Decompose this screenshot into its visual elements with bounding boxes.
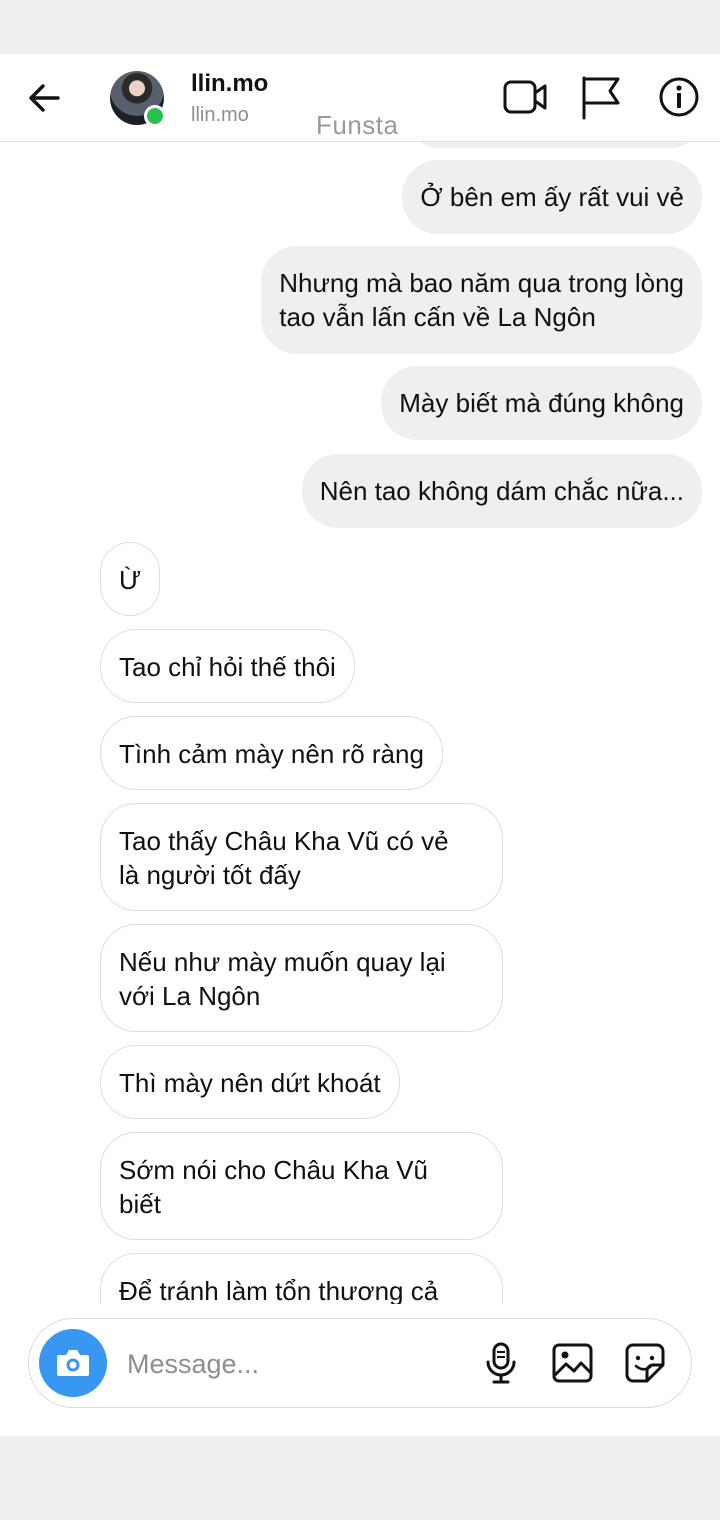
back-arrow-icon xyxy=(29,84,60,112)
message-bubble-received[interactable]: Tao chỉ hỏi thế thôi xyxy=(100,629,355,703)
message-bubble-received[interactable]: Để tránh làm tổn thương cả xyxy=(100,1253,503,1304)
message-bubble-received[interactable]: Tình cảm mày nên rõ ràng xyxy=(100,716,443,790)
message-bubble-received[interactable]: Nếu như mày muốn quay lại với La Ngôn xyxy=(100,924,503,1032)
message-thread[interactable]: Ở bên em ấy rất vui vẻ Nhưng mà bao năm … xyxy=(0,142,720,1304)
gallery-icon xyxy=(552,1343,593,1383)
status-bar-area xyxy=(0,0,720,54)
navigation-bar-area xyxy=(0,1436,720,1520)
message-bubble-partial[interactable] xyxy=(410,142,700,148)
gallery-button[interactable] xyxy=(551,1341,595,1385)
online-status-dot xyxy=(144,105,166,127)
message-bubble-sent[interactable]: Ở bên em ấy rất vui vẻ xyxy=(402,160,702,234)
video-call-button[interactable] xyxy=(502,74,548,120)
message-bubble-received[interactable]: Sớm nói cho Châu Kha Vũ biết xyxy=(100,1132,503,1240)
camera-button[interactable] xyxy=(39,1329,107,1397)
message-bubble-sent[interactable]: Mày biết mà đúng không xyxy=(381,366,702,440)
message-bubble-received[interactable]: Thì mày nên dứt khoát xyxy=(100,1045,400,1119)
back-button[interactable] xyxy=(22,76,66,120)
chat-header: llin.mo llin.mo Funsta xyxy=(0,54,720,142)
message-bubble-sent[interactable]: Nhưng mà bao năm qua trong lòng tao vẫn … xyxy=(261,246,702,354)
message-bubble-received[interactable]: Ừ xyxy=(100,542,161,616)
sticker-button[interactable] xyxy=(623,1341,667,1385)
info-icon xyxy=(659,77,699,117)
camera-icon xyxy=(57,1350,89,1376)
video-camera-icon xyxy=(503,80,547,114)
message-bubble-sent[interactable]: Nên tao không dám chắc nữa... xyxy=(301,454,702,528)
message-composer xyxy=(28,1318,692,1408)
message-bubble-received[interactable]: Tao thấy Châu Kha Vũ có vẻ là người tốt … xyxy=(100,803,503,911)
contact-name[interactable]: llin.mo xyxy=(191,70,268,98)
flag-icon xyxy=(582,76,620,120)
microphone-icon xyxy=(486,1342,516,1384)
contact-handle: llin.mo xyxy=(191,104,249,126)
message-input[interactable] xyxy=(125,1341,459,1387)
conversation-info-button[interactable] xyxy=(656,74,702,120)
voice-message-button[interactable] xyxy=(479,1341,523,1385)
watermark-text: Funsta xyxy=(316,110,399,140)
report-button[interactable] xyxy=(578,74,624,120)
sticker-icon xyxy=(625,1343,665,1383)
